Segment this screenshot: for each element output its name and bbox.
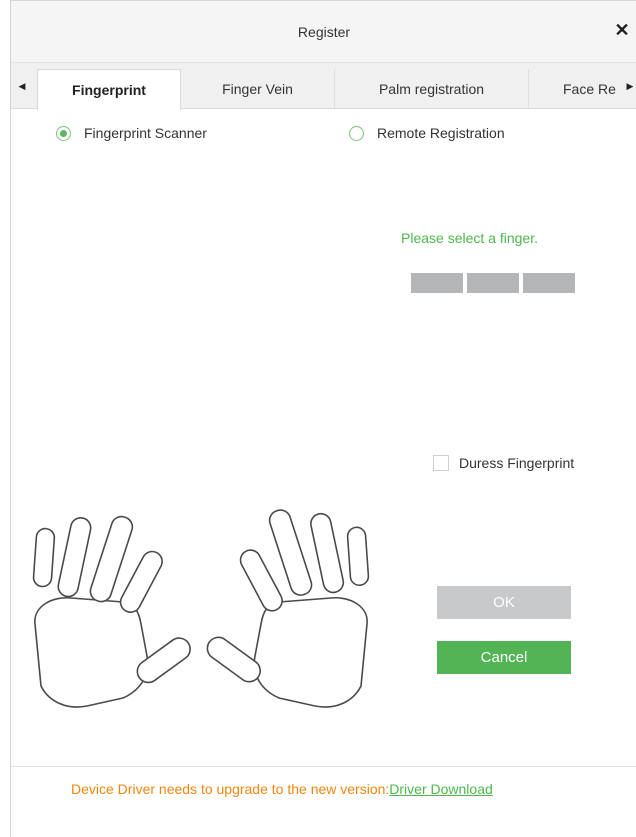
driver-upgrade-message: Device Driver needs to upgrade to the ne…	[71, 781, 390, 797]
tab-palm-registration[interactable]: Palm registration	[335, 69, 529, 109]
footer-divider	[11, 766, 636, 767]
left-index-finger[interactable]	[117, 548, 166, 616]
radio-remote-registration[interactable]: Remote Registration	[349, 123, 505, 143]
right-palm	[253, 597, 368, 708]
ok-button[interactable]: OK	[437, 586, 571, 619]
register-dialog: Register ✕ ◀ Fingerprint Finger Vein Pal…	[10, 0, 636, 837]
progress-segment	[523, 273, 575, 293]
radio-fingerprint-scanner[interactable]: Fingerprint Scanner	[56, 123, 207, 143]
driver-upgrade-notice: Device Driver needs to upgrade to the ne…	[71, 781, 493, 797]
title-bar: Register ✕	[11, 1, 636, 63]
tab-fingerprint[interactable]: Fingerprint	[37, 69, 181, 110]
right-index-finger[interactable]	[237, 547, 286, 615]
tab-strip: ◀ Fingerprint Finger Vein Palm registrat…	[11, 63, 636, 110]
left-palm	[34, 597, 149, 708]
duress-fingerprint-option[interactable]: Duress Fingerprint	[433, 455, 574, 471]
radio-label-remote-registration: Remote Registration	[377, 125, 505, 141]
dialog-title: Register	[297, 24, 351, 40]
enroll-progress	[411, 273, 575, 293]
select-finger-hint: Please select a finger.	[401, 230, 538, 246]
tab-face-registration[interactable]: Face Re	[529, 69, 623, 109]
progress-segment	[411, 273, 463, 293]
left-ring-finger[interactable]	[56, 516, 92, 598]
tab-finger-vein[interactable]: Finger Vein	[181, 69, 335, 109]
duress-fingerprint-label: Duress Fingerprint	[459, 455, 575, 471]
driver-download-link[interactable]: Driver Download	[389, 781, 492, 797]
cancel-button[interactable]: Cancel	[437, 641, 571, 674]
close-icon[interactable]: ✕	[613, 20, 631, 40]
progress-segment	[467, 273, 519, 293]
right-little-finger[interactable]	[346, 526, 370, 587]
left-little-finger[interactable]	[32, 527, 56, 588]
caret-right-icon[interactable]: ▶	[623, 79, 636, 93]
radio-checked-icon[interactable]	[56, 125, 71, 141]
radio-unchecked-icon[interactable]	[349, 125, 364, 141]
hands-diagram	[32, 509, 370, 708]
right-ring-finger[interactable]	[309, 512, 345, 594]
duress-checkbox[interactable]	[433, 455, 449, 471]
caret-left-icon[interactable]: ◀	[15, 79, 29, 93]
radio-label-fingerprint-scanner: Fingerprint Scanner	[84, 125, 207, 141]
